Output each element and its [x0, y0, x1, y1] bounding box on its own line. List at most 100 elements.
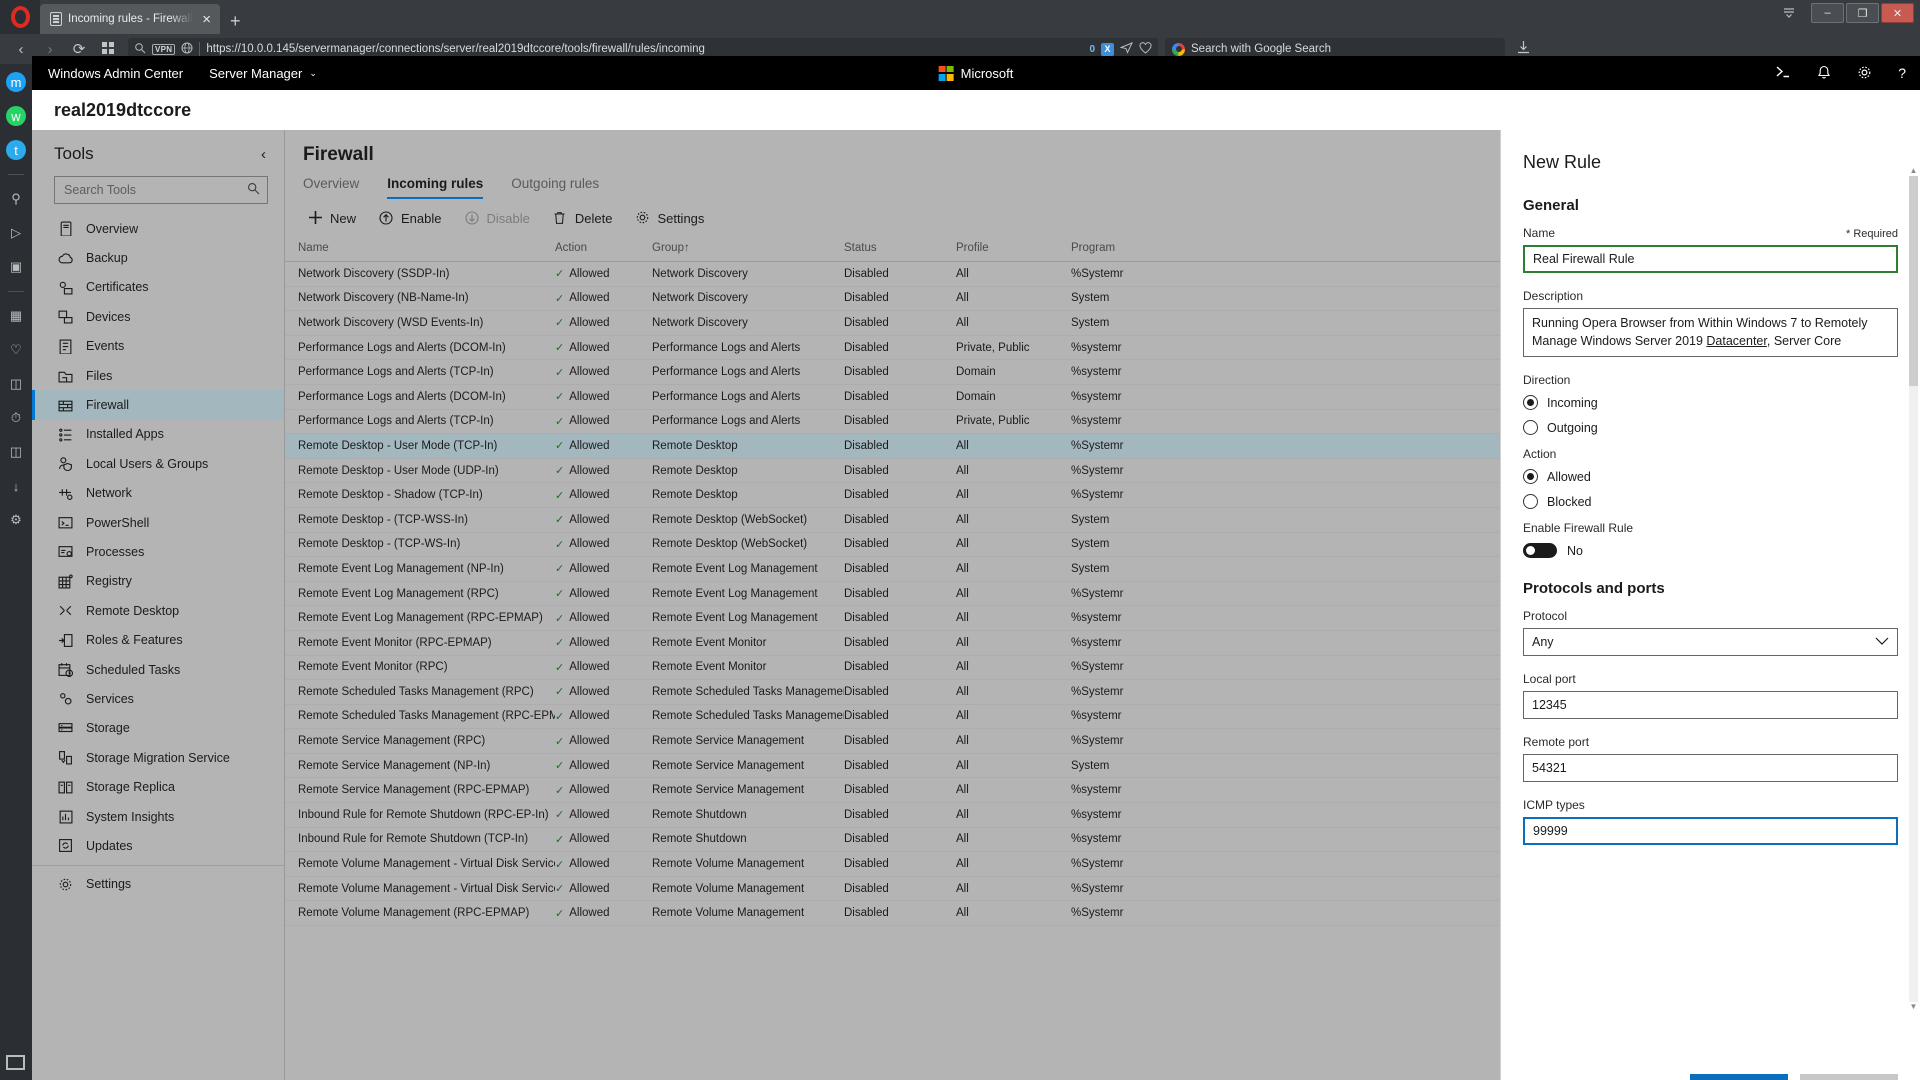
search-tools-container[interactable]: [54, 176, 268, 204]
help-icon[interactable]: ?: [1898, 66, 1906, 80]
sidebar-item-roles-features[interactable]: Roles & Features: [32, 625, 284, 654]
enable-rule-toggle-row[interactable]: No: [1523, 543, 1898, 558]
search-sidebar-icon[interactable]: ⚲: [6, 189, 26, 209]
scrollbar-thumb[interactable]: [1909, 176, 1918, 386]
cell-program: %systemr: [1071, 636, 1122, 649]
speed-dial-icon[interactable]: [95, 41, 121, 58]
browser-menu-icon[interactable]: [1767, 5, 1811, 21]
ad-blocker-icon[interactable]: X: [1101, 42, 1114, 56]
action-allowed-label: Allowed: [1547, 469, 1591, 484]
vpn-badge[interactable]: VPN: [152, 43, 176, 55]
column-header-group[interactable]: Group↑: [652, 242, 844, 254]
cell-profile: All: [956, 710, 969, 723]
tab-overview[interactable]: Overview: [303, 176, 359, 199]
action-option-allowed[interactable]: Allowed: [1523, 469, 1898, 484]
sidebar-item-certificates[interactable]: Certificates: [32, 273, 284, 302]
settings-sidebar-icon[interactable]: ⚙: [6, 510, 26, 530]
sidebar-setup-icon[interactable]: [6, 1055, 25, 1070]
collapse-sidebar-icon[interactable]: ‹: [261, 146, 266, 163]
sidebar-item-devices[interactable]: Devices: [32, 302, 284, 331]
send-icon[interactable]: [1119, 41, 1134, 57]
workspaces-icon[interactable]: ▦: [6, 306, 26, 326]
sidebar-item-storage-migration-service[interactable]: Storage Migration Service: [32, 743, 284, 772]
action-option-blocked[interactable]: Blocked: [1523, 494, 1898, 509]
sidebar-item-installed-apps[interactable]: Installed Apps: [32, 420, 284, 449]
player-icon[interactable]: ▷: [6, 223, 26, 243]
sidebar-item-storage[interactable]: Storage: [32, 714, 284, 743]
gear-icon[interactable]: [1857, 65, 1872, 82]
sidebar-item-backup[interactable]: Backup: [32, 243, 284, 272]
reload-icon[interactable]: ⟳: [66, 42, 92, 57]
tabs-icon[interactable]: ◫: [6, 374, 26, 394]
sidebar-item-scheduled-tasks[interactable]: Scheduled Tasks: [32, 655, 284, 684]
sidebar-item-events[interactable]: Events: [32, 332, 284, 361]
column-header-name[interactable]: Name: [285, 242, 555, 254]
back-icon[interactable]: ‹: [8, 42, 34, 57]
sidebar-item-settings[interactable]: Settings: [32, 870, 284, 899]
column-header-program[interactable]: Program: [1071, 242, 1191, 254]
messenger-icon[interactable]: m: [6, 72, 26, 92]
direction-option-incoming[interactable]: Incoming: [1523, 395, 1898, 410]
column-header-action[interactable]: Action: [555, 242, 652, 254]
radio-outgoing-icon: [1523, 420, 1538, 435]
name-field[interactable]: Real Firewall Rule: [1523, 245, 1898, 273]
sidebar-item-firewall[interactable]: Firewall: [32, 390, 284, 421]
create-button[interactable]: Create: [1690, 1074, 1788, 1080]
close-button[interactable]: Close: [1800, 1074, 1898, 1080]
protocol-select[interactable]: Any: [1523, 628, 1898, 656]
bell-icon[interactable]: [1817, 65, 1831, 82]
heart-icon[interactable]: [1139, 41, 1152, 57]
tab-incoming-rules[interactable]: Incoming rules: [387, 176, 484, 199]
minimize-button[interactable]: –: [1811, 3, 1844, 23]
sidebar-item-network[interactable]: Network: [32, 479, 284, 508]
allowed-check-icon: ✓: [555, 710, 565, 723]
new-button[interactable]: New: [307, 210, 356, 227]
sidebar-item-local-users-groups[interactable]: Local Users & Groups: [32, 449, 284, 478]
icmp-types-field[interactable]: 99999: [1523, 817, 1898, 845]
sidebar-item-services[interactable]: Services: [32, 684, 284, 713]
flyout-scrollbar[interactable]: ▲ ▼: [1909, 166, 1918, 1011]
delete-button[interactable]: Delete: [552, 211, 612, 227]
snapshot-icon[interactable]: ▣: [6, 257, 26, 277]
tab-outgoing-rules[interactable]: Outgoing rules: [511, 176, 599, 199]
downloads-sidebar-icon[interactable]: ↓: [6, 476, 26, 496]
maximize-button[interactable]: ❐: [1846, 3, 1879, 23]
boxes-icon[interactable]: ◫: [6, 442, 26, 462]
sidebar-item-files[interactable]: Files: [32, 361, 284, 390]
favorites-heart-icon[interactable]: ♡: [6, 340, 26, 360]
scroll-down-arrow-icon[interactable]: ▼: [1909, 1002, 1918, 1012]
local-port-field[interactable]: 12345: [1523, 691, 1898, 719]
history-icon[interactable]: ⏱: [6, 408, 26, 428]
search-input[interactable]: [64, 183, 247, 197]
description-field[interactable]: Running Opera Browser from Within Window…: [1523, 308, 1898, 357]
sidebar-item-remote-desktop[interactable]: Remote Desktop: [32, 596, 284, 625]
scroll-up-arrow-icon[interactable]: ▲: [1909, 166, 1918, 176]
powershell-icon[interactable]: [1775, 65, 1791, 81]
sidebar-item-updates[interactable]: Updates: [32, 831, 284, 860]
column-header-status[interactable]: Status: [844, 242, 956, 254]
direction-option-outgoing[interactable]: Outgoing: [1523, 420, 1898, 435]
sidebar-item-processes[interactable]: Processes: [32, 537, 284, 566]
close-window-button[interactable]: ✕: [1881, 3, 1914, 23]
sidebar-item-system-insights[interactable]: System Insights: [32, 802, 284, 831]
enable-button[interactable]: Enable: [378, 210, 442, 227]
enable-rule-toggle[interactable]: [1523, 543, 1557, 558]
column-header-profile[interactable]: Profile: [956, 242, 1071, 254]
settings-button[interactable]: Settings: [634, 210, 704, 227]
wac-brand[interactable]: Windows Admin Center: [48, 66, 183, 81]
whatsapp-icon[interactable]: w: [6, 106, 26, 126]
allowed-check-icon: ✓: [555, 883, 565, 896]
sidebar-item-label: Processes: [86, 544, 145, 559]
telegram-icon[interactable]: t: [6, 140, 26, 160]
sidebar-item-powershell[interactable]: PowerShell: [32, 508, 284, 537]
browser-tab[interactable]: Incoming rules - Firewall - Ser ×: [40, 4, 220, 34]
module-selector[interactable]: Server Manager ⌄: [209, 66, 317, 81]
cell-status: Disabled: [844, 415, 889, 428]
new-tab-button[interactable]: +: [220, 12, 251, 34]
forward-icon[interactable]: ›: [37, 42, 63, 57]
sidebar-item-registry[interactable]: Registry: [32, 567, 284, 596]
sidebar-item-storage-replica[interactable]: Storage Replica: [32, 772, 284, 801]
close-tab-icon[interactable]: ×: [199, 12, 214, 27]
sidebar-item-overview[interactable]: Overview: [32, 214, 284, 243]
remote-port-field[interactable]: 54321: [1523, 754, 1898, 782]
